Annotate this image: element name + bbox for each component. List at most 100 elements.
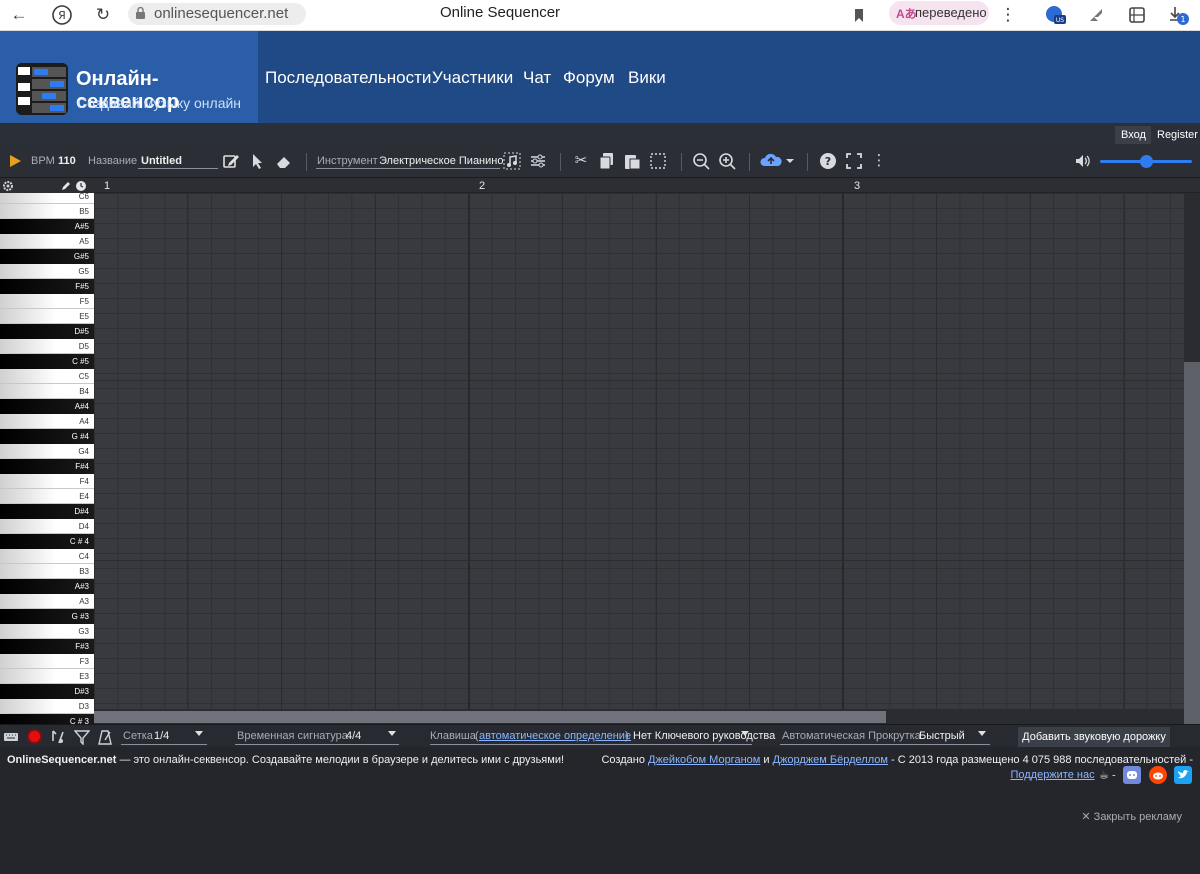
notes-icon[interactable] [50, 729, 66, 745]
help-icon[interactable]: ? [819, 152, 837, 170]
chevron-down-icon[interactable] [388, 731, 396, 736]
pencil-mode-icon[interactable] [60, 179, 72, 191]
horizontal-scrollbar[interactable] [94, 709, 1184, 724]
twitter-icon[interactable] [1174, 766, 1192, 784]
extensions-icon[interactable] [1126, 4, 1148, 26]
piano-key[interactable]: G#5 [0, 249, 94, 264]
piano-key[interactable]: C5 [0, 369, 94, 384]
time-signature-select[interactable]: 4/4 [346, 730, 361, 742]
bpm-input[interactable]: 110 [58, 155, 76, 167]
nav-members[interactable]: Участники [432, 68, 513, 88]
nav-sequences[interactable]: Последовательности [265, 68, 431, 88]
instrument-select[interactable]: Электрическое Пианино [379, 155, 503, 167]
key-auto-detect-link[interactable]: автоматическое определение [479, 730, 631, 742]
piano-key[interactable]: F#4 [0, 459, 94, 474]
horizontal-scrollbar-thumb[interactable] [94, 711, 886, 723]
piano-key[interactable]: F5 [0, 294, 94, 309]
copy-icon[interactable] [598, 152, 616, 170]
chevron-down-icon[interactable] [978, 731, 986, 736]
edit-pencil-icon[interactable] [222, 152, 240, 170]
note-grid[interactable] [94, 193, 1184, 724]
nav-wiki[interactable]: Вики [628, 68, 666, 88]
piano-key[interactable]: F#5 [0, 279, 94, 294]
piano-key[interactable]: F#3 [0, 639, 94, 654]
rocket-icon[interactable] [1085, 4, 1107, 26]
piano-key[interactable]: D#3 [0, 684, 94, 699]
filter-icon[interactable] [73, 729, 91, 746]
piano-key[interactable]: E4 [0, 489, 94, 504]
volume-slider-handle[interactable] [1140, 155, 1153, 168]
piano-key[interactable]: D4 [0, 519, 94, 534]
clock-icon[interactable] [75, 179, 87, 191]
zoom-in-icon[interactable] [718, 152, 736, 170]
cloud-upload-icon[interactable] [760, 152, 798, 170]
piano-key[interactable]: G4 [0, 444, 94, 459]
piano-key[interactable]: F3 [0, 654, 94, 669]
piano-key[interactable]: G3 [0, 624, 94, 639]
chevron-down-icon[interactable] [741, 731, 749, 736]
pointer-icon[interactable] [248, 152, 266, 170]
piano-key[interactable]: A4 [0, 414, 94, 429]
play-icon[interactable] [6, 152, 24, 170]
more-dots-icon[interactable]: ⋮ [870, 152, 888, 170]
piano-key[interactable]: C4 [0, 549, 94, 564]
piano-key[interactable]: C # 4 [0, 534, 94, 549]
bookmark-icon[interactable] [848, 4, 870, 26]
piano-key[interactable]: A#5 [0, 219, 94, 234]
sliders-icon[interactable] [529, 152, 547, 170]
piano-key[interactable]: D5 [0, 339, 94, 354]
autoscroll-select[interactable]: Быстрый [919, 730, 965, 742]
piano-key[interactable]: D3 [0, 699, 94, 714]
paste-icon[interactable] [623, 152, 641, 170]
register-button[interactable]: Register [1151, 126, 1200, 144]
piano-key[interactable]: G #3 [0, 609, 94, 624]
close-ads-link[interactable]: ✕ Закрыть рекламу [1081, 810, 1182, 823]
piano-key[interactable]: E3 [0, 669, 94, 684]
piano-key[interactable]: C #5 [0, 354, 94, 369]
nav-forum[interactable]: Форум [563, 68, 615, 88]
record-button[interactable] [27, 729, 42, 744]
piano-key[interactable]: G5 [0, 264, 94, 279]
grid-select[interactable]: 1/4 [154, 730, 169, 742]
piano-key[interactable]: D#5 [0, 324, 94, 339]
zoom-out-icon[interactable] [692, 152, 710, 170]
settings-gear-icon[interactable] [2, 179, 14, 191]
piano-key[interactable]: B3 [0, 564, 94, 579]
piano-key[interactable]: C6 [0, 193, 94, 204]
instrument-settings-icon[interactable] [503, 152, 521, 170]
piano-keyboard[interactable]: C6 B5 A#5 A5 G#5 G5 F#5 F5 E5 D#5 D5 C #5 C5 B4 A#4 A4 G… [0, 193, 94, 724]
author-link-1[interactable]: Джейкобом Морганом [648, 754, 760, 766]
author-link-2[interactable]: Джорджем Бёрделлом [773, 754, 888, 766]
select-box-icon[interactable] [649, 152, 667, 170]
nav-chat[interactable]: Чат [523, 68, 551, 88]
piano-key[interactable]: A#4 [0, 399, 94, 414]
eraser-icon[interactable] [274, 152, 292, 170]
login-button[interactable]: Вход [1115, 126, 1152, 144]
piano-key[interactable]: C # 3 [0, 714, 94, 724]
piano-key[interactable]: D#4 [0, 504, 94, 519]
downloads-icon[interactable]: 1 [1167, 4, 1189, 26]
piano-key[interactable]: A#3 [0, 579, 94, 594]
support-link[interactable]: Поддержите нас [1010, 769, 1094, 781]
piano-key[interactable]: B4 [0, 384, 94, 399]
vertical-scrollbar-thumb[interactable] [1184, 362, 1200, 786]
reddit-icon[interactable] [1148, 766, 1167, 784]
menu-dots-icon[interactable]: ⋮ [997, 4, 1019, 26]
key-guide-select[interactable]: Нет Ключевого руководства [633, 730, 775, 742]
piano-key[interactable]: A3 [0, 594, 94, 609]
chevron-down-icon[interactable] [195, 731, 203, 736]
timeline-ruler[interactable]: 1 2 3 [94, 178, 1200, 193]
piano-key[interactable]: F4 [0, 474, 94, 489]
title-input[interactable]: Untitled [141, 155, 182, 167]
volume-icon[interactable] [1074, 152, 1092, 170]
fullscreen-icon[interactable] [845, 152, 863, 170]
piano-key[interactable]: E5 [0, 309, 94, 324]
scissors-icon[interactable]: ✂ [572, 152, 590, 170]
keyboard-icon[interactable] [3, 729, 19, 745]
piano-key[interactable]: G #4 [0, 429, 94, 444]
add-track-button[interactable]: Добавить звуковую дорожку [1018, 727, 1170, 747]
vpn-globe-icon[interactable]: US [1044, 4, 1066, 26]
discord-icon[interactable] [1123, 766, 1142, 784]
metronome-icon[interactable] [97, 729, 113, 745]
piano-key[interactable]: A5 [0, 234, 94, 249]
